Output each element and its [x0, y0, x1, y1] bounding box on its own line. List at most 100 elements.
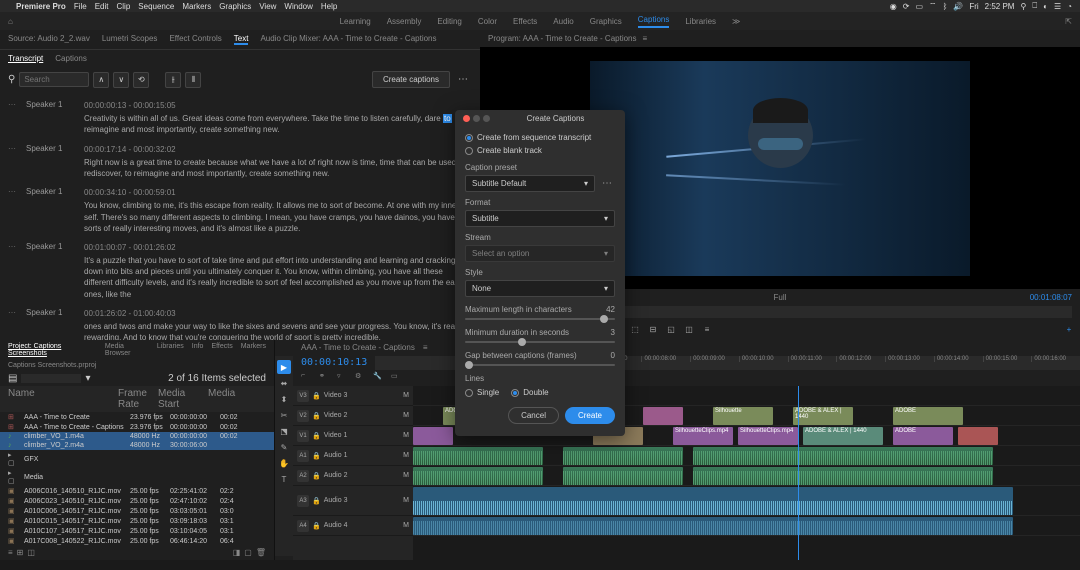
- speaker-label[interactable]: Speaker 1: [26, 100, 76, 136]
- list-item[interactable]: ▣ A006C016_140510_R1JC.mov 25.00 fps 02:…: [0, 486, 274, 496]
- tab-source[interactable]: Source: Audio 2_2.wav: [8, 34, 90, 45]
- list-item[interactable]: ♪ climber_VO_1.m4a 48000 Hz 00:00:00:00 …: [0, 432, 274, 441]
- gap-slider[interactable]: [465, 364, 615, 366]
- menu-edit[interactable]: Edit: [95, 2, 109, 11]
- battery-icon[interactable]: ▭: [915, 2, 923, 11]
- format-select[interactable]: Subtitle ▾: [465, 210, 615, 227]
- transcript-row[interactable]: ⋯ Speaker 1 00:00:17:14 - 00:00:32:02 Ri…: [8, 140, 472, 184]
- clip[interactable]: Silhouette: [713, 407, 773, 425]
- mindur-value[interactable]: 3: [611, 328, 615, 337]
- menu-help[interactable]: Help: [321, 2, 337, 11]
- track-header[interactable]: V1 🔒 Video 1 M: [293, 426, 413, 446]
- style-select[interactable]: None ▾: [465, 280, 615, 297]
- tab-audio-mixer[interactable]: Audio Clip Mixer: AAA - Time to Create -…: [260, 34, 436, 45]
- transcript-text[interactable]: Right now is a great time to create beca…: [84, 157, 472, 179]
- track-lock-icon[interactable]: 🔒: [312, 412, 321, 420]
- track-lock-icon[interactable]: 🔒: [312, 432, 321, 440]
- opt-blank-track[interactable]: Create blank track: [465, 144, 615, 157]
- menubar-day[interactable]: Fri: [969, 2, 978, 11]
- slip-tool[interactable]: ⬔: [277, 424, 291, 438]
- track-lock-icon[interactable]: 🔒: [312, 392, 321, 400]
- wrench-btn[interactable]: 🔧: [373, 372, 387, 384]
- wifi-icon[interactable]: ⌔: [929, 1, 937, 11]
- mindur-slider[interactable]: [465, 341, 615, 343]
- track-lock-icon[interactable]: 🔒: [312, 472, 321, 480]
- transcript-row[interactable]: ⋯ Speaker 1 00:00:34:10 - 00:00:59:01 Yo…: [8, 183, 472, 238]
- lines-single[interactable]: Single: [465, 386, 499, 399]
- extract-btn[interactable]: ⊟: [646, 322, 660, 336]
- speaker-label[interactable]: Speaker 1: [26, 144, 76, 180]
- transcript-list[interactable]: ⋯ Speaker 1 00:00:00:13 - 00:00:15:05 Cr…: [0, 92, 480, 340]
- tab-effect-controls[interactable]: Effect Controls: [169, 34, 221, 45]
- col-framerate[interactable]: Frame Rate: [118, 388, 158, 410]
- menu-clip[interactable]: Clip: [117, 2, 131, 11]
- maxlen-slider[interactable]: [465, 318, 615, 320]
- lines-double[interactable]: Double: [511, 386, 548, 399]
- lift-btn[interactable]: ⬚: [628, 322, 642, 336]
- menu-graphics[interactable]: Graphics: [219, 2, 251, 11]
- clip[interactable]: [643, 407, 683, 425]
- bluetooth-icon[interactable]: ᛒ: [943, 2, 948, 11]
- ws-graphics[interactable]: Graphics: [590, 17, 622, 26]
- track-toggle[interactable]: V3: [297, 390, 309, 402]
- sequence-name[interactable]: AAA - Time to Create - Captions: [301, 343, 415, 352]
- icon-view-btn[interactable]: ⊞: [17, 548, 24, 557]
- list-item[interactable]: ▣ A010C015_140517_R1JC.mov 25.00 fps 03:…: [0, 516, 274, 526]
- speaker-label[interactable]: Speaker 1: [26, 308, 76, 340]
- clip[interactable]: [413, 427, 453, 445]
- menu-view[interactable]: View: [259, 2, 276, 11]
- drag-handle-icon[interactable]: ⋯: [8, 144, 18, 180]
- merge-btn[interactable]: ⫴: [185, 72, 201, 88]
- radio-icon[interactable]: [465, 147, 473, 155]
- list-item[interactable]: ♪ climber_VO_2.m4a 48000 Hz 30:00:06:00: [0, 441, 274, 450]
- track-header[interactable]: A2 🔒 Audio 2 M: [293, 466, 413, 486]
- col-mediastart[interactable]: Media Start: [158, 388, 208, 410]
- clip[interactable]: [563, 467, 683, 485]
- col-name[interactable]: Name: [8, 388, 118, 410]
- track-select-tool[interactable]: ⬌: [277, 376, 291, 390]
- track-mute-icon[interactable]: M: [403, 392, 409, 399]
- replace-btn[interactable]: ⟲: [133, 72, 149, 88]
- transcript-row[interactable]: ⋯ Speaker 1 00:01:00:07 - 00:01:26:02 It…: [8, 238, 472, 304]
- track-header[interactable]: A3 🔒 Audio 3 M: [293, 486, 413, 516]
- compare-btn[interactable]: ◫: [682, 322, 696, 336]
- transcript-text[interactable]: ones and twos and make your way to like …: [84, 321, 472, 340]
- ws-libraries[interactable]: Libraries: [685, 17, 716, 26]
- transcript-text[interactable]: Creativity is within all of us. Great id…: [84, 113, 472, 135]
- speaker-label[interactable]: Speaker 1: [26, 242, 76, 300]
- drag-handle-icon[interactable]: ⋯: [8, 242, 18, 300]
- clip[interactable]: [413, 487, 1013, 515]
- ripple-tool[interactable]: ⬍: [277, 392, 291, 406]
- clip[interactable]: [413, 467, 543, 485]
- split-btn[interactable]: ⫲: [165, 72, 181, 88]
- clip[interactable]: ADOBE: [893, 427, 953, 445]
- track-mute-icon[interactable]: M: [403, 522, 409, 529]
- gap-value[interactable]: 0: [611, 351, 615, 360]
- clip[interactable]: [693, 467, 993, 485]
- export-icon[interactable]: ⇱: [1065, 17, 1072, 26]
- track-mute-icon[interactable]: M: [403, 472, 409, 479]
- list-item[interactable]: ▣ A006C023_140510_R1JC.mov 25.00 fps 02:…: [0, 496, 274, 506]
- notif-icon[interactable]: ☰: [1054, 2, 1061, 11]
- track-lock-icon[interactable]: 🔒: [312, 497, 321, 505]
- tab-media-browser[interactable]: Media Browser: [105, 343, 149, 357]
- ws-effects[interactable]: Effects: [513, 17, 537, 26]
- more-icon[interactable]: ⋯: [454, 74, 472, 85]
- project-list[interactable]: ⊞ AAA - Time to Create 23.976 fps 00:00:…: [0, 412, 274, 545]
- app-name[interactable]: Premiere Pro: [16, 2, 66, 11]
- sync-icon[interactable]: ⟳: [903, 2, 910, 11]
- menubar-time[interactable]: 2:52 PM: [985, 2, 1015, 11]
- project-search[interactable]: [21, 374, 81, 383]
- search-icon[interactable]: ⚲: [1020, 2, 1026, 11]
- clip[interactable]: ADOBE & ALEX | 1440: [803, 427, 883, 445]
- subtab-captions[interactable]: Captions: [55, 54, 87, 63]
- filter-icon[interactable]: ▾: [85, 373, 90, 384]
- transcript-text[interactable]: It's a puzzle that you have to sort of t…: [84, 255, 472, 300]
- track-lock-icon[interactable]: 🔒: [312, 522, 321, 530]
- clip[interactable]: [413, 447, 543, 465]
- maxlen-value[interactable]: 42: [606, 305, 615, 314]
- selection-tool[interactable]: ▶: [277, 360, 291, 374]
- preset-select[interactable]: Subtitle Default ▾: [465, 175, 595, 192]
- add-btn[interactable]: +: [1062, 322, 1076, 336]
- tab-lumetri[interactable]: Lumetri Scopes: [102, 34, 158, 45]
